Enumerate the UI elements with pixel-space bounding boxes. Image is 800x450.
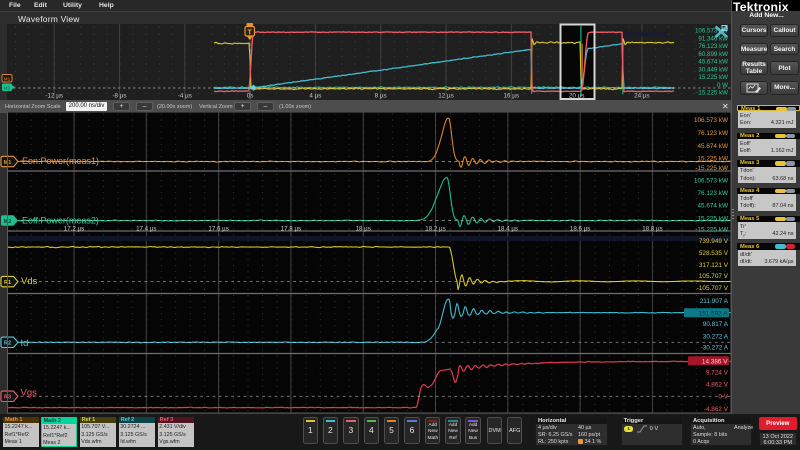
- svg-text:528.535 V: 528.535 V: [699, 250, 729, 257]
- svg-text:-15.225 kW: -15.225 kW: [695, 165, 729, 172]
- svg-text:0 V: 0 V: [718, 394, 728, 401]
- svg-text:18.6 µs: 18.6 µs: [570, 226, 590, 233]
- svg-text:17.4 µs: 17.4 µs: [136, 226, 156, 233]
- svg-text:Eoff:Power(meas2): Eoff:Power(meas2): [22, 216, 99, 226]
- svg-text:15.225 kW: 15.225 kW: [698, 74, 728, 81]
- svg-text:76.123 kW: 76.123 kW: [697, 130, 729, 137]
- svg-text:45.674 kW: 45.674 kW: [698, 59, 728, 66]
- svg-text:-12 µs: -12 µs: [45, 93, 63, 100]
- svg-text:17.6 µs: 17.6 µs: [208, 226, 228, 233]
- svg-text:4 µs: 4 µs: [309, 93, 321, 100]
- svg-text:12 µs: 12 µs: [438, 93, 454, 100]
- svg-text:-30.272 A: -30.272 A: [701, 345, 729, 352]
- svg-text:211.907 A: 211.907 A: [700, 298, 729, 305]
- svg-text:151.592 A: 151.592 A: [699, 310, 729, 317]
- svg-text:18.8 µs: 18.8 µs: [642, 226, 662, 233]
- svg-text:15.225 kW: 15.225 kW: [697, 216, 729, 223]
- svg-text:M2: M2: [4, 86, 11, 91]
- svg-text:17.8 µs: 17.8 µs: [281, 226, 301, 233]
- svg-text:Vds: Vds: [21, 276, 38, 287]
- svg-text:106.573 kW: 106.573 kW: [694, 117, 729, 124]
- svg-text:18.2 µs: 18.2 µs: [425, 226, 445, 233]
- svg-text:-8 µs: -8 µs: [112, 93, 126, 100]
- svg-text:-4.862 V: -4.862 V: [704, 406, 729, 413]
- svg-text:105.707 V: 105.707 V: [699, 273, 729, 280]
- svg-text:16 µs: 16 µs: [504, 93, 520, 100]
- svg-text:Id: Id: [21, 338, 29, 349]
- svg-text:91.346 kW: 91.346 kW: [698, 35, 728, 42]
- svg-text:18.4 µs: 18.4 µs: [498, 226, 518, 233]
- svg-text:30.272 A: 30.272 A: [703, 334, 729, 341]
- svg-text:T: T: [248, 29, 253, 36]
- svg-text:M1: M1: [4, 77, 11, 82]
- svg-text:Vgs: Vgs: [21, 388, 38, 399]
- svg-text:739.949 V: 739.949 V: [699, 238, 729, 245]
- svg-text:60.899 kW: 60.899 kW: [698, 51, 728, 58]
- svg-text:106.573 kW: 106.573 kW: [694, 177, 729, 184]
- svg-text:18 µs: 18 µs: [356, 226, 371, 233]
- svg-text:8 µs: 8 µs: [375, 93, 387, 100]
- svg-text:90.817 A: 90.817 A: [703, 321, 729, 328]
- svg-text:-105.707 V: -105.707 V: [697, 285, 729, 292]
- svg-text:4.862 V: 4.862 V: [706, 382, 729, 389]
- svg-text:15.225 kW: 15.225 kW: [697, 155, 729, 162]
- svg-text:45.674 kW: 45.674 kW: [697, 203, 729, 210]
- svg-text:45.674 kW: 45.674 kW: [697, 143, 729, 150]
- svg-text:76.123 kW: 76.123 kW: [697, 190, 729, 197]
- svg-text:-4 µs: -4 µs: [178, 93, 192, 100]
- svg-text:-15.225 kW: -15.225 kW: [695, 227, 729, 234]
- svg-text:-15.225 kW: -15.225 kW: [696, 90, 728, 97]
- svg-text:24 µs: 24 µs: [634, 93, 650, 100]
- svg-text:14.386 V: 14.386 V: [702, 358, 728, 365]
- svg-text:Eon:Power(meas1): Eon:Power(meas1): [22, 156, 99, 166]
- svg-text:76.123 kW: 76.123 kW: [698, 43, 728, 50]
- svg-text:0 W: 0 W: [717, 82, 728, 89]
- svg-text:0s: 0s: [247, 93, 254, 100]
- svg-text:317.121 V: 317.121 V: [699, 262, 729, 269]
- svg-text:9.724 V: 9.724 V: [706, 370, 729, 377]
- svg-text:30.449 kW: 30.449 kW: [698, 66, 728, 73]
- svg-text:17.2 µs: 17.2 µs: [64, 226, 84, 233]
